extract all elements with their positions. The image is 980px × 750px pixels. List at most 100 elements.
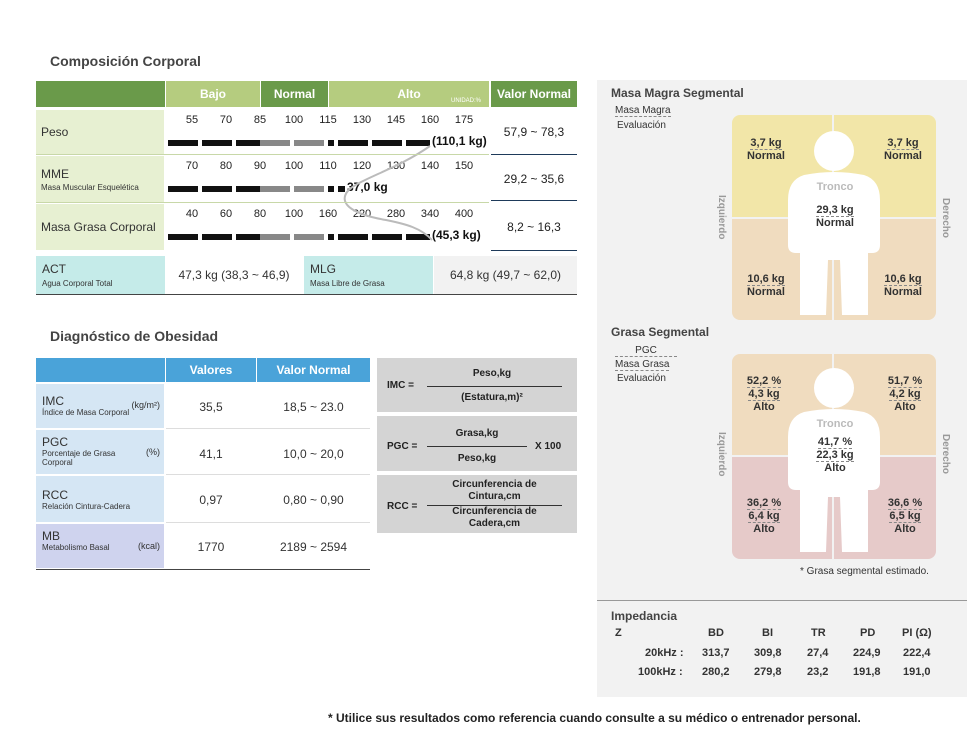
comp-header-alto-label: Alto <box>397 87 421 101</box>
ob-imc-value: 35,5 <box>199 400 223 414</box>
lean-trunk-kg: 29,3 kg <box>816 204 854 217</box>
lean-legend-2: Evaluación <box>617 120 666 131</box>
formula-imc-name: IMC = <box>387 380 414 391</box>
fat-ul: 52,2 % 4,3 kg Alto <box>729 375 799 413</box>
comp-header-valor-normal: Valor Normal <box>491 81 577 107</box>
divider <box>166 522 370 523</box>
obesity-title: Diagnóstico de Obesidad <box>50 328 219 344</box>
lean-right-label: Derecho <box>940 198 951 239</box>
impedance-cell: 191,0 <box>903 666 931 678</box>
lean-left-label: Izquierdo <box>716 195 727 240</box>
mlg-name: MLG <box>310 262 337 276</box>
fat-title: Grasa Segmental <box>611 325 710 339</box>
fat-ul-eval: Alto <box>753 401 775 413</box>
lean-ur: 3,7 kg Normal <box>868 137 938 162</box>
impedance-cell: 309,8 <box>754 647 782 659</box>
fat-ll-eval: Alto <box>753 523 775 535</box>
fat-trunk-eval: Alto <box>824 462 846 474</box>
formula-imc: IMC = Peso,kg (Estatura,m)² <box>377 358 577 412</box>
ob-header-blank <box>36 358 165 382</box>
lean-trunk-eval: Normal <box>816 217 854 229</box>
comp-header-unit: UNIDAD:% <box>450 98 481 104</box>
formula-pgc-mult: X 100 <box>535 441 562 452</box>
mme-range: 29,2 ~ 35,6 <box>503 172 565 186</box>
ob-mb-unit: (kcal) <box>138 541 160 551</box>
row-mme-label: MME Masa Muscular Esquelética <box>36 156 164 202</box>
lean-trunk: 29,3 kg Normal <box>800 204 870 229</box>
ob-mb-sub: Metabolismo Basal <box>42 543 110 552</box>
fat-lr: 36,6 % 6,5 kg Alto <box>870 497 940 535</box>
ob-pgc-value: 41,1 <box>199 447 223 461</box>
formula-line <box>427 386 562 387</box>
lean-ll-eval: Normal <box>747 286 785 298</box>
fat-ur-eval: Alto <box>894 401 916 413</box>
row-peso-label: Peso <box>36 110 164 154</box>
fat-lr-kg: 6,5 kg <box>889 510 921 523</box>
row-peso-name: Peso <box>41 125 69 139</box>
comp-header-blank <box>36 81 165 107</box>
ob-mb-range: 2189 ~ 2594 <box>279 540 348 554</box>
divider <box>36 202 489 203</box>
ob-rcc-range: 0,80 ~ 0,90 <box>283 493 344 507</box>
act-sub: Agua Corporal Total <box>42 279 113 288</box>
fat-trunk-pct: 41,7 % <box>817 436 853 449</box>
divider <box>491 154 577 155</box>
impedance-col-bi: BI <box>762 627 773 639</box>
fat-ur: 51,7 % 4,2 kg Alto <box>870 375 940 413</box>
fat-trunk: 41,7 % 22,3 kg Alto <box>800 436 870 474</box>
lean-lr-eval: Normal <box>884 286 922 298</box>
impedance-cell: 313,7 <box>702 647 730 659</box>
fat-ll: 36,2 % 6,4 kg Alto <box>729 497 799 535</box>
impedance-col-pd: PD <box>860 627 876 639</box>
lean-trunk-label: Tronco <box>816 181 854 193</box>
ob-rcc-name: RCC <box>42 488 68 502</box>
fat-lr-eval: Alto <box>894 523 916 535</box>
impedance-cell: 280,2 <box>702 666 730 678</box>
grasa-range: 8,2 ~ 16,3 <box>507 220 561 234</box>
ob-mb-value: 1770 <box>197 540 225 554</box>
ob-header-valor-normal: Valor Normal <box>257 358 370 382</box>
comp-header-normal: Normal <box>261 81 328 107</box>
ob-imc-range: 18,5 ~ 23.0 <box>283 400 344 414</box>
formula-rcc-num: Circunferencia de Cintura,cm <box>452 479 537 502</box>
formula-pgc-name: PGC = <box>387 441 418 452</box>
comp-header-bajo: Bajo <box>166 81 260 107</box>
formula-imc-den: (Estatura,m)² <box>461 392 523 403</box>
lean-legend-1: Masa Magra <box>615 105 671 117</box>
formula-line <box>427 446 527 447</box>
impedance-freq-20: 20kHz : <box>645 647 684 659</box>
divider <box>491 200 577 201</box>
lean-lr-kg: 10,6 kg <box>884 273 922 286</box>
impedance-cell: 23,2 <box>807 666 829 678</box>
impedance-freq-100: 100kHz : <box>638 666 683 678</box>
act-value: 47,3 kg (38,3 ~ 46,9) <box>178 268 290 282</box>
lean-ur-kg: 3,7 kg <box>887 137 919 150</box>
impedance-cell: 191,8 <box>853 666 881 678</box>
comp-header-alto: Alto UNIDAD:% <box>329 81 489 107</box>
ob-pgc-sub: Porcentaje de Grasa Corporal <box>42 449 116 467</box>
lean-lr: 10,6 kg Normal <box>868 273 938 298</box>
divider <box>36 569 370 570</box>
fat-ul-kg: 4,3 kg <box>748 388 780 401</box>
divider <box>597 600 967 601</box>
divider <box>491 250 577 251</box>
fat-left-label: Izquierdo <box>716 432 727 477</box>
fat-trunk-label: Tronco <box>816 418 854 430</box>
composition-title: Composición Corporal <box>50 53 201 69</box>
formula-pgc-num: Grasa,kg <box>455 428 499 439</box>
lean-title: Masa Magra Segmental <box>611 86 744 100</box>
lean-ll: 10,6 kg Normal <box>731 273 801 298</box>
divider <box>166 474 370 475</box>
impedance-col-pi: PI (Ω) <box>902 627 932 639</box>
lean-ul: 3,7 kg Normal <box>731 137 801 162</box>
impedance-col-tr: TR <box>811 627 826 639</box>
ob-row-pgc-label: PGC Porcentaje de Grasa Corporal (%) <box>36 430 164 474</box>
row-grasa-label: Masa Grasa Corporal <box>36 204 164 250</box>
impedance-title: Impedancia <box>611 609 678 623</box>
ob-imc-unit: (kg/m²) <box>131 400 161 410</box>
act-label: ACT Agua Corporal Total <box>36 256 165 294</box>
peso-range: 57,9 ~ 78,3 <box>503 125 565 139</box>
mlg-label: MLG Masa Libre de Grasa <box>304 256 433 294</box>
fat-ur-pct: 51,7 % <box>887 375 923 388</box>
fat-ll-pct: 36,2 % <box>746 497 782 510</box>
